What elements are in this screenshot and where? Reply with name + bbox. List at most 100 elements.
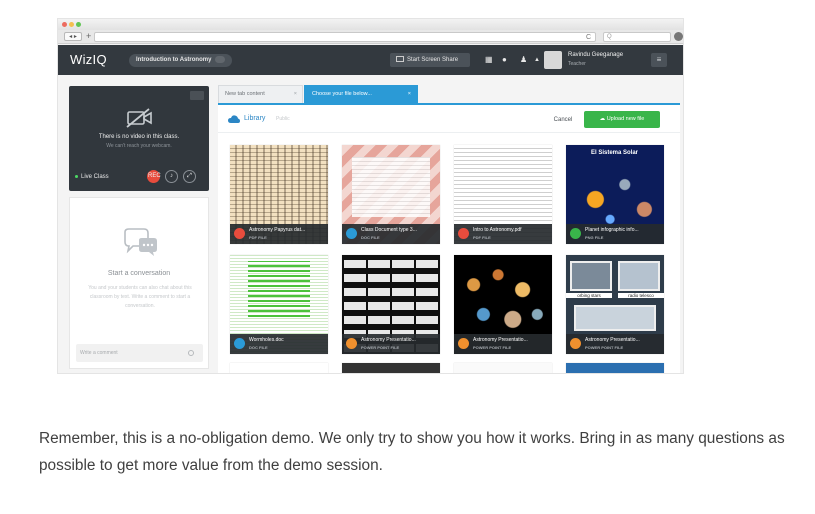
article-paragraph: Remember, this is a no-obligation demo. … (39, 430, 785, 474)
thumbnail-label: orbing stars (566, 293, 612, 298)
file-card[interactable] (454, 363, 552, 373)
cancel-button[interactable]: Cancel (546, 113, 580, 127)
file-type: POWER POINT FILE (361, 345, 400, 350)
browser-search-input[interactable]: Q (603, 32, 671, 42)
file-type: DOC FILE (249, 345, 268, 350)
library-panel: Library Public Cancel ☁ Upload new file … (218, 103, 680, 373)
course-title: Introduction to Astronomy (136, 57, 212, 63)
file-name: Astronomy Presentatio... (361, 337, 416, 343)
layout-icon[interactable]: ▦ (485, 55, 493, 65)
minimize-window-icon[interactable] (69, 22, 74, 27)
file-card[interactable]: orbing stars radio telesco Astronomy Pre… (566, 255, 664, 354)
thumbnail-label: radio telesco (618, 293, 664, 298)
tab-new-content[interactable]: New tab content × (218, 85, 303, 103)
file-caption: Planet infographic info... PNG FILE (566, 224, 664, 244)
video-settings-icon[interactable] (190, 91, 204, 100)
close-window-icon[interactable] (62, 22, 67, 27)
browser-menu-icon[interactable] (674, 32, 683, 41)
file-type: POWER POINT FILE (473, 345, 512, 350)
file-caption: Class Document type 3... DOC FILE (342, 224, 440, 244)
file-card[interactable]: El Sistema Solar Planet infographic info… (566, 145, 664, 244)
tab-close-icon[interactable]: × (294, 86, 297, 103)
file-caption: Intro to Astronomy.pdf PDF FILE (454, 224, 552, 244)
app-header: WizIQ Introduction to Astronomy Start Sc… (58, 45, 683, 75)
comment-input[interactable]: Write a comment (76, 344, 203, 362)
notifications-icon[interactable]: ● (502, 55, 507, 65)
file-name: Class Document type 3... (361, 227, 417, 233)
file-card[interactable]: Class Document type 3... DOC FILE (342, 145, 440, 244)
avatar[interactable] (544, 51, 562, 69)
new-tab-icon[interactable]: + (86, 31, 91, 42)
tab-choose-file[interactable]: Choose your file below... × (304, 85, 418, 103)
file-card[interactable] (342, 363, 440, 373)
back-forward-buttons[interactable]: ◂ ▸ (64, 32, 82, 41)
thumbnail-title: El Sistema Solar (591, 150, 639, 156)
file-card[interactable]: Astronomy Presentatio... POWER POINT FIL… (342, 255, 440, 354)
attendees-count-icon[interactable]: ▲ (534, 55, 540, 65)
file-card[interactable] (230, 363, 328, 373)
pdf-icon (458, 228, 469, 239)
tab-close-icon[interactable]: × (408, 85, 411, 103)
emoji-icon[interactable] (188, 350, 194, 356)
maximize-window-icon[interactable] (76, 22, 81, 27)
file-card[interactable] (566, 363, 664, 373)
address-bar[interactable]: C (94, 32, 596, 42)
file-type: PDF FILE (249, 235, 267, 240)
telescope-photo-bottom (574, 305, 656, 331)
file-type: PNG FILE (585, 235, 604, 240)
pdf-icon (234, 228, 245, 239)
course-toggle-icon[interactable] (215, 55, 226, 63)
file-caption: Astronomy Presentatio... POWER POINT FIL… (454, 334, 552, 354)
participants-icon[interactable]: ♟ (520, 55, 527, 65)
file-type: PDF FILE (473, 235, 491, 240)
doc-icon (346, 228, 357, 239)
ppt-icon (346, 338, 357, 349)
file-caption: Astronomy Presentatio... POWER POINT FIL… (566, 334, 664, 354)
record-button[interactable]: REC (147, 170, 161, 183)
tab-label: New tab content (225, 91, 265, 97)
wiziq-logo: WizIQ (70, 52, 107, 67)
file-name: Astronomy Presentatio... (473, 337, 528, 343)
start-conversation-title: Start a conversation (107, 270, 171, 277)
browser-toolbar: ◂ ▸ + C Q (58, 30, 683, 44)
window-titlebar (58, 19, 683, 30)
ppt-icon (458, 338, 469, 349)
menu-icon[interactable]: ≡ (651, 53, 667, 67)
chat-panel: Start a conversation You and your studen… (69, 197, 209, 369)
doc-icon (234, 338, 245, 349)
screen-share-icon (396, 56, 404, 63)
telescope-photo-left (570, 261, 612, 291)
fullscreen-icon[interactable]: ⤢ (183, 170, 196, 183)
live-class-status: Live Class (75, 174, 109, 180)
file-card[interactable]: Intro to Astronomy.pdf PDF FILE (454, 145, 552, 244)
search-icon: Q (607, 34, 612, 40)
file-card[interactable]: Wormholes.doc DOC FILE (230, 255, 328, 354)
file-card[interactable]: Astronomy Presentatio... POWER POINT FIL… (454, 255, 552, 354)
microphone-icon[interactable]: ♪ (165, 170, 178, 183)
upload-label: Upload new file (606, 116, 645, 122)
course-title-pill[interactable]: Introduction to Astronomy (129, 54, 233, 67)
file-caption: Astronomy Papyrus dat... PDF FILE (230, 224, 328, 244)
file-type: POWER POINT FILE (585, 345, 624, 350)
file-name: Astronomy Papyrus dat... (249, 227, 306, 233)
no-video-message: There is no video in this class. (98, 134, 180, 140)
upload-new-file-button[interactable]: ☁ Upload new file (584, 111, 660, 128)
reload-icon[interactable]: C (586, 33, 591, 42)
no-webcam-message: We can't reach your webcam. (106, 143, 172, 149)
ppt-icon (570, 338, 581, 349)
chat-bubbles-icon (124, 228, 157, 256)
file-type: DOC FILE (361, 235, 380, 240)
tab-label: Choose your file below... (312, 91, 372, 97)
start-screen-share-button[interactable]: Start Screen Share (390, 53, 470, 67)
cloud-icon (228, 115, 240, 123)
library-subtitle: Public (276, 116, 290, 122)
library-title[interactable]: Library (244, 115, 265, 122)
document-preview (352, 157, 430, 217)
telescope-photo-right (618, 261, 660, 291)
user-role: Teacher (568, 61, 586, 67)
highlighted-text (248, 261, 310, 317)
file-name: Planet infographic info... (585, 227, 639, 233)
file-card[interactable]: Astronomy Papyrus dat... PDF FILE (230, 145, 328, 244)
camera-off-icon (126, 108, 152, 128)
image-icon (570, 228, 581, 239)
